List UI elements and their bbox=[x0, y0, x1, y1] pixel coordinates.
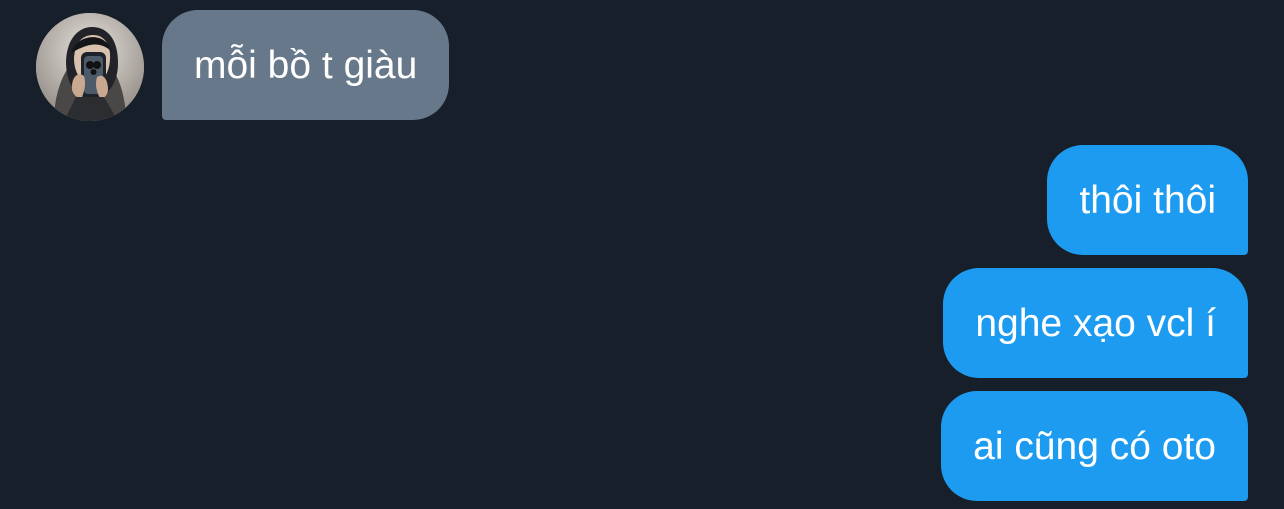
outgoing-message-bubble-1[interactable]: thôi thôi bbox=[1047, 145, 1248, 255]
outgoing-message-bubble-2[interactable]: nghe xạo vcl í bbox=[943, 268, 1248, 378]
outgoing-message-text-1: thôi thôi bbox=[1079, 178, 1216, 222]
outgoing-message-text-2: nghe xạo vcl í bbox=[975, 301, 1216, 345]
incoming-message-bubble[interactable]: mỗi bồ t giàu bbox=[162, 10, 450, 120]
outgoing-message-text-3: ai cũng có oto bbox=[973, 424, 1216, 468]
outgoing-message-bubble-3[interactable]: ai cũng có oto bbox=[941, 391, 1248, 501]
message-thread: mỗi bồ t giàu thôi thôi nghe xạo vcl í a… bbox=[0, 0, 1284, 509]
contact-avatar-image bbox=[36, 13, 144, 121]
incoming-message-text: mỗi bồ t giàu bbox=[194, 43, 418, 87]
contact-avatar[interactable] bbox=[36, 13, 144, 121]
